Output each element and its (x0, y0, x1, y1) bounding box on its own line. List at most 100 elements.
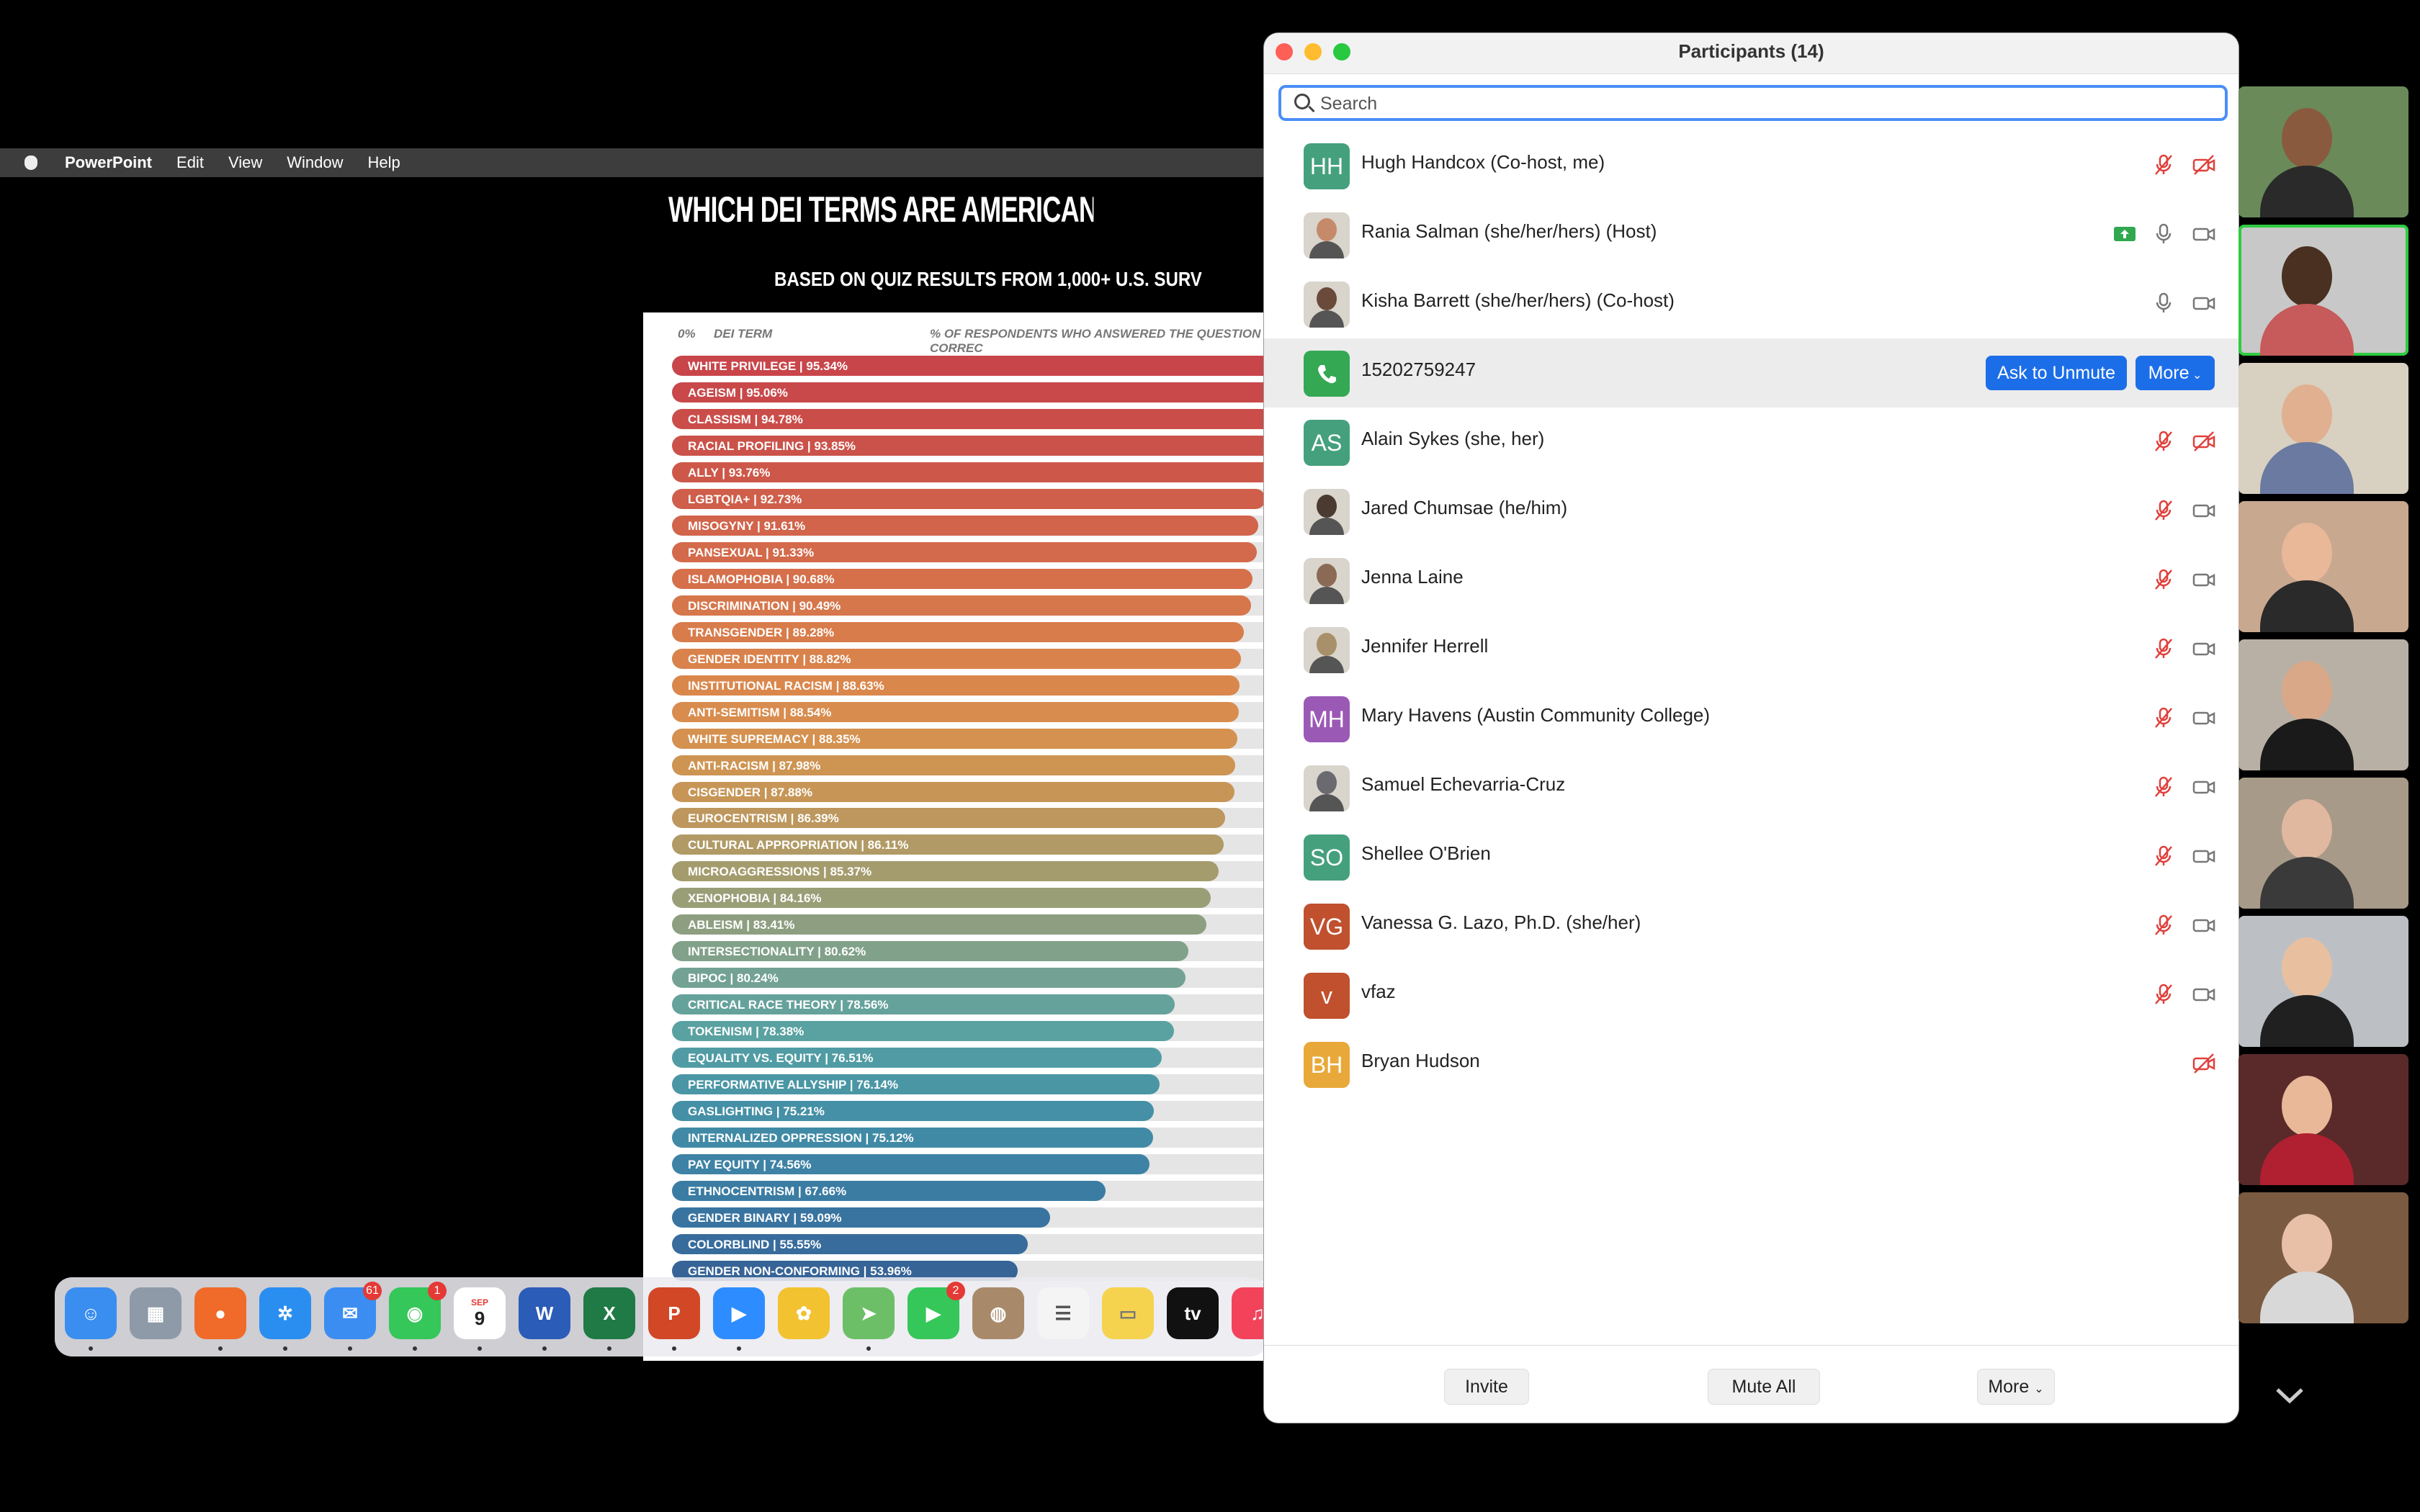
zoom-icon[interactable]: ▶ (713, 1287, 765, 1339)
menu-help[interactable]: Help (367, 153, 400, 172)
appletv-glyph: tv (1184, 1302, 1201, 1324)
chart-bar-row: EUROCENTRISM | 86.39% (672, 808, 1268, 829)
person-body (2260, 166, 2354, 217)
participant-row[interactable]: v vfaz (1264, 960, 2238, 1030)
firefox-icon[interactable]: ● (194, 1287, 246, 1339)
ask-to-unmute-button[interactable]: Ask to Unmute (1986, 356, 2127, 390)
search-box[interactable] (1278, 85, 2228, 121)
participant-row[interactable]: Kisha Barrett (she/her/hers) (Co-host) (1264, 269, 2238, 338)
participant-row[interactable]: Jared Chumsae (he/him) (1264, 477, 2238, 546)
video-camera-icon[interactable] (2192, 636, 2216, 661)
messages-icon[interactable]: ◉ 1 (389, 1282, 447, 1339)
video-camera-icon[interactable] (2192, 913, 2216, 937)
mute-all-button[interactable]: Mute All (1708, 1369, 1820, 1405)
chart-bar-label: GENDER IDENTITY | 88.82% (688, 652, 851, 666)
participant-video-tile[interactable] (2238, 86, 2408, 217)
participant-row[interactable]: HH Hugh Handcox (Co-host, me) (1264, 131, 2238, 200)
video-off-icon[interactable] (2192, 1051, 2216, 1076)
maps-icon[interactable]: ➤ (843, 1287, 895, 1339)
search-input[interactable] (1319, 91, 2208, 117)
participant-row[interactable]: MH Mary Havens (Austin Community College) (1264, 684, 2238, 753)
participant-row[interactable]: BH Bryan Hudson (1264, 1030, 2238, 1099)
participants-title: Participants (14) (1678, 40, 1824, 62)
menu-app-powerpoint[interactable]: PowerPoint (65, 153, 152, 172)
participant-video-tile[interactable] (2238, 363, 2408, 494)
mic-muted-icon[interactable] (2151, 429, 2176, 454)
video-camera-icon[interactable] (2192, 775, 2216, 799)
video-camera-icon[interactable] (2192, 498, 2216, 523)
participant-video-tile[interactable] (2238, 1192, 2408, 1323)
video-off-icon[interactable] (2192, 429, 2216, 454)
footer-more-button[interactable]: More ⌄ (1977, 1369, 2055, 1405)
participant-more-button[interactable]: More ⌄ (2136, 356, 2215, 390)
chart-bar-row: BIPOC | 80.24% (672, 968, 1268, 989)
safari-icon[interactable]: ✲ (259, 1287, 311, 1339)
microphone-icon[interactable] (2151, 222, 2176, 246)
word-icon[interactable]: W (519, 1287, 570, 1339)
chart-header: 0% DEI TERM % OF RESPONDENTS WHO ANSWERE… (643, 327, 1268, 355)
person-head (2282, 108, 2332, 168)
chart-bar-label: TRANSGENDER | 89.28% (688, 625, 835, 639)
photos-icon[interactable]: ✿ (778, 1287, 830, 1339)
participant-row[interactable]: Jennifer Herrell (1264, 615, 2238, 684)
facetime-icon[interactable]: ▶ 2 (908, 1282, 965, 1339)
participant-row[interactable]: SO Shellee O'Brien (1264, 822, 2238, 891)
mic-muted-icon[interactable] (2151, 982, 2176, 1007)
chart-bar-label: ANTI-RACISM | 87.98% (688, 758, 821, 773)
mic-muted-icon[interactable] (2151, 913, 2176, 937)
participant-video-tile[interactable] (2238, 639, 2408, 770)
participant-video-tile[interactable] (2238, 225, 2408, 356)
participant-row[interactable]: AS Alain Sykes (she, her) (1264, 408, 2238, 477)
video-off-icon[interactable] (2192, 153, 2216, 177)
appletv-icon[interactable]: tv (1167, 1287, 1219, 1339)
launchpad-icon[interactable]: ▦ (130, 1287, 182, 1339)
video-camera-icon[interactable] (2192, 567, 2216, 592)
mic-muted-icon[interactable] (2151, 153, 2176, 177)
mic-muted-icon[interactable] (2151, 567, 2176, 592)
mail-icon[interactable]: ✉ 61 (324, 1282, 382, 1339)
invite-button[interactable]: Invite (1444, 1369, 1529, 1405)
video-camera-icon[interactable] (2192, 844, 2216, 868)
mic-muted-icon[interactable] (2151, 844, 2176, 868)
participant-row[interactable]: Samuel Echevarria-Cruz (1264, 753, 2238, 822)
microphone-icon[interactable] (2151, 291, 2176, 315)
mic-muted-icon[interactable] (2151, 706, 2176, 730)
participant-video-tile[interactable] (2238, 778, 2408, 909)
running-indicator (348, 1346, 352, 1351)
video-camera-icon[interactable] (2192, 291, 2216, 315)
mic-muted-icon[interactable] (2151, 636, 2176, 661)
finder-icon[interactable]: ☺ (65, 1287, 117, 1339)
avatar: SO (1304, 834, 1350, 881)
avatar-initials: MH (1309, 706, 1345, 732)
menu-window[interactable]: Window (287, 153, 343, 172)
mic-muted-icon[interactable] (2151, 775, 2176, 799)
apple-icon[interactable] (24, 156, 37, 170)
reminders-icon[interactable]: ☰ (1037, 1287, 1089, 1339)
mic-muted-icon[interactable] (2151, 498, 2176, 523)
video-camera-icon[interactable] (2192, 222, 2216, 246)
participant-row[interactable]: Jenna Laine (1264, 546, 2238, 615)
participant-row[interactable]: Rania Salman (she/her/hers) (Host) (1264, 200, 2238, 269)
finder-glyph: ☺ (81, 1302, 101, 1324)
menu-edit[interactable]: Edit (176, 153, 204, 172)
chart-bar-label: INTERNALIZED OPPRESSION | 75.12% (688, 1131, 914, 1146)
participant-video-tile[interactable] (2238, 501, 2408, 632)
contacts-glyph: ◍ (990, 1302, 1007, 1324)
participant-video-tile[interactable] (2238, 1054, 2408, 1185)
calendar-icon[interactable]: SEP 9 (454, 1287, 506, 1339)
video-camera-icon[interactable] (2192, 982, 2216, 1007)
chart-bar-label: PANSEXUAL | 91.33% (688, 545, 815, 559)
chart-bar-row: CLASSISM | 94.78% (672, 408, 1268, 429)
powerpoint-icon[interactable]: P (648, 1287, 700, 1339)
excel-icon[interactable]: X (583, 1287, 635, 1339)
menu-view[interactable]: View (228, 153, 262, 172)
notes-icon[interactable]: ▭ (1102, 1287, 1154, 1339)
notes-glyph: ▭ (1119, 1302, 1137, 1324)
contacts-icon[interactable]: ◍ (972, 1287, 1024, 1339)
participant-row[interactable]: 15202759247 Ask to Unmute More ⌄ (1264, 338, 2238, 408)
video-camera-icon[interactable] (2192, 706, 2216, 730)
scroll-down-chevron-icon[interactable] (2273, 1380, 2306, 1413)
participant-name: Alain Sykes (she, her) (1361, 428, 1545, 449)
participant-row[interactable]: VG Vanessa G. Lazo, Ph.D. (she/her) (1264, 891, 2238, 960)
participant-video-tile[interactable] (2238, 916, 2408, 1047)
